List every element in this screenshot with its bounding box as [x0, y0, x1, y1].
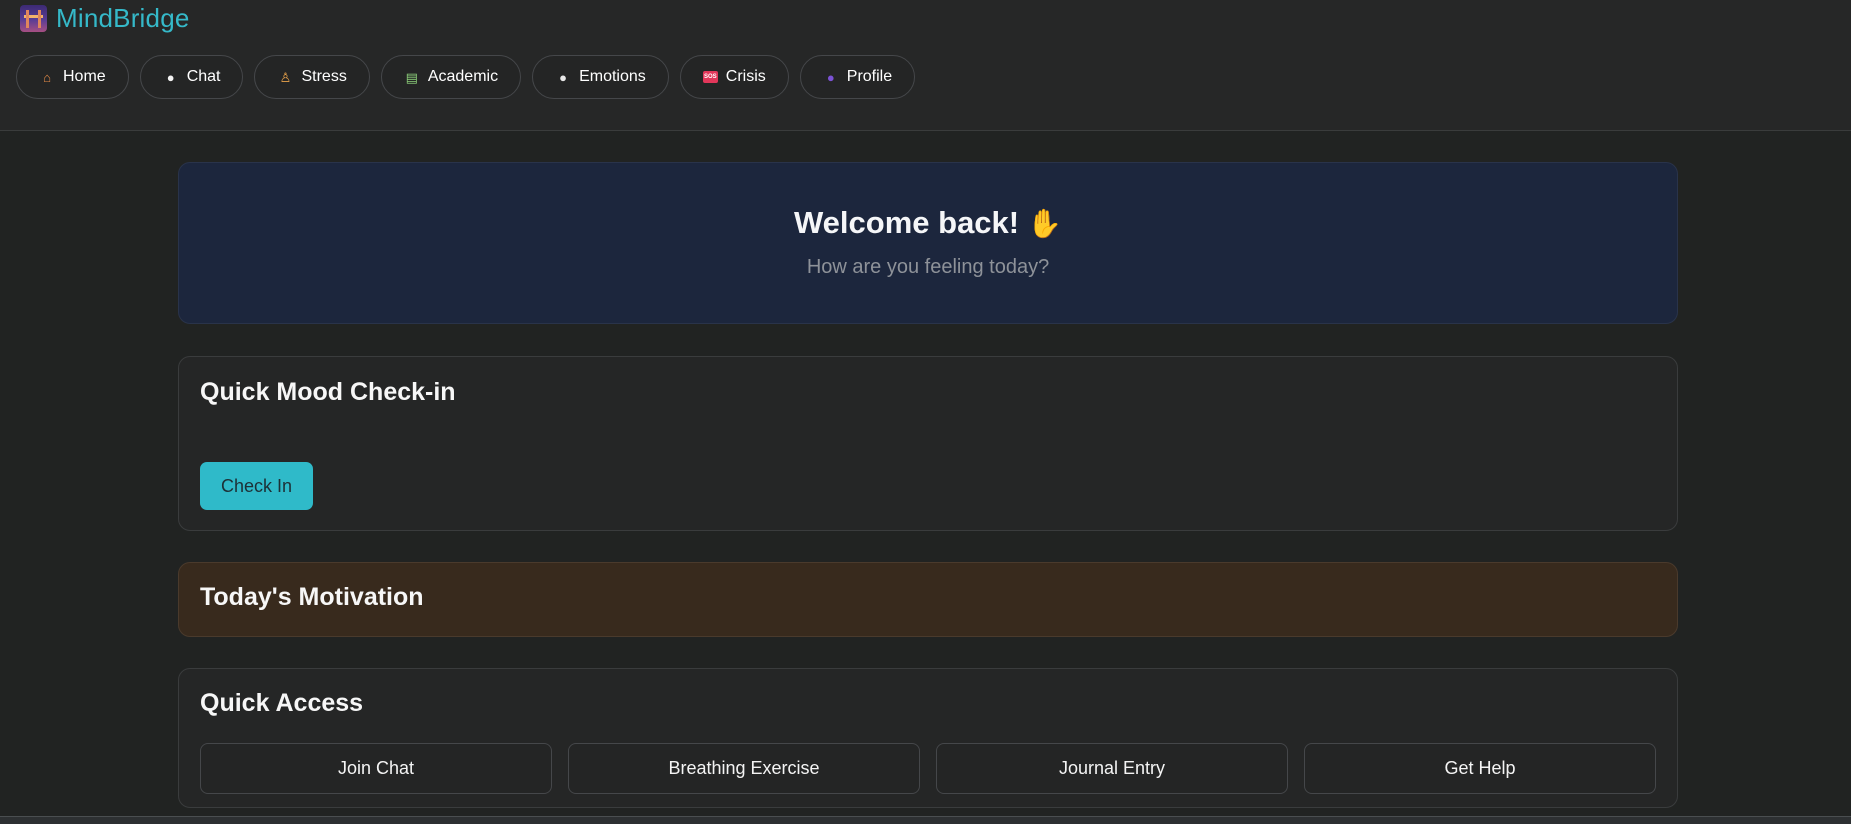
waving-hand-icon: ✋ — [1027, 208, 1062, 239]
sos-icon: SOS — [702, 71, 718, 83]
nav-item-label: Stress — [301, 68, 347, 85]
quick-access-card: Quick Access Join Chat Breathing Exercis… — [178, 668, 1678, 808]
motivation-card: Today's Motivation — [178, 562, 1678, 637]
house-icon: ⌂ — [43, 69, 51, 85]
welcome-subtitle: How are you feeling today? — [806, 256, 1050, 278]
nav-item-label: Emotions — [579, 68, 646, 85]
nav-item-chat[interactable]: ● Chat — [139, 55, 244, 99]
nav-item-label: Academic — [427, 68, 499, 85]
brand[interactable]: MindBridge — [20, 3, 190, 33]
brand-name: MindBridge — [56, 2, 190, 33]
nav-item-label: Chat — [186, 68, 221, 85]
card-title: Quick Access — [200, 689, 364, 717]
get-help-button[interactable]: Get Help — [1304, 743, 1656, 794]
check-in-button[interactable]: Check In — [200, 462, 313, 510]
card-title: Quick Mood Check-in — [200, 378, 456, 406]
nav-item-home[interactable]: ⌂ Home — [16, 55, 129, 99]
top-navigation-bar: MindBridge ⌂ Home ● Chat ♙ Stress ▤ Acad… — [0, 0, 1851, 131]
welcome-title: Welcome back! ✋ — [179, 205, 1677, 241]
bridge-icon — [20, 4, 47, 32]
nav-item-profile[interactable]: ● Profile — [799, 55, 916, 99]
card-title: Today's Motivation — [200, 583, 424, 611]
nav-item-stress[interactable]: ♙ Stress — [254, 55, 370, 99]
join-chat-button[interactable]: Join Chat — [200, 743, 552, 794]
nav-item-label: Crisis — [725, 68, 766, 85]
nav-item-crisis[interactable]: SOS Crisis — [679, 55, 789, 99]
welcome-title-text: Welcome back! — [793, 205, 1020, 240]
breathing-exercise-button[interactable]: Breathing Exercise — [568, 743, 920, 794]
journal-entry-button[interactable]: Journal Entry — [936, 743, 1288, 794]
user-silhouette-icon: ● — [826, 69, 835, 85]
welcome-banner: Welcome back! ✋ How are you feeling today… — [178, 162, 1678, 324]
books-icon: ▤ — [405, 69, 418, 85]
nav-item-label: Home — [63, 68, 106, 85]
nav-item-emotions[interactable]: ● Emotions — [532, 55, 669, 99]
mood-checkin-card: Quick Mood Check-in Check In — [178, 356, 1678, 531]
nav-item-academic[interactable]: ▤ Academic — [380, 55, 522, 99]
speech-bubble-icon: ● — [166, 69, 175, 85]
bottom-edge — [0, 816, 1851, 824]
thought-bubble-icon: ● — [559, 69, 567, 85]
nav-item-label: Profile — [846, 68, 893, 85]
quick-access-buttons: Join Chat Breathing Exercise Journal Ent… — [200, 743, 1656, 794]
meditation-icon: ♙ — [279, 69, 292, 85]
main-nav: ⌂ Home ● Chat ♙ Stress ▤ Academic ● Emot… — [16, 55, 916, 99]
